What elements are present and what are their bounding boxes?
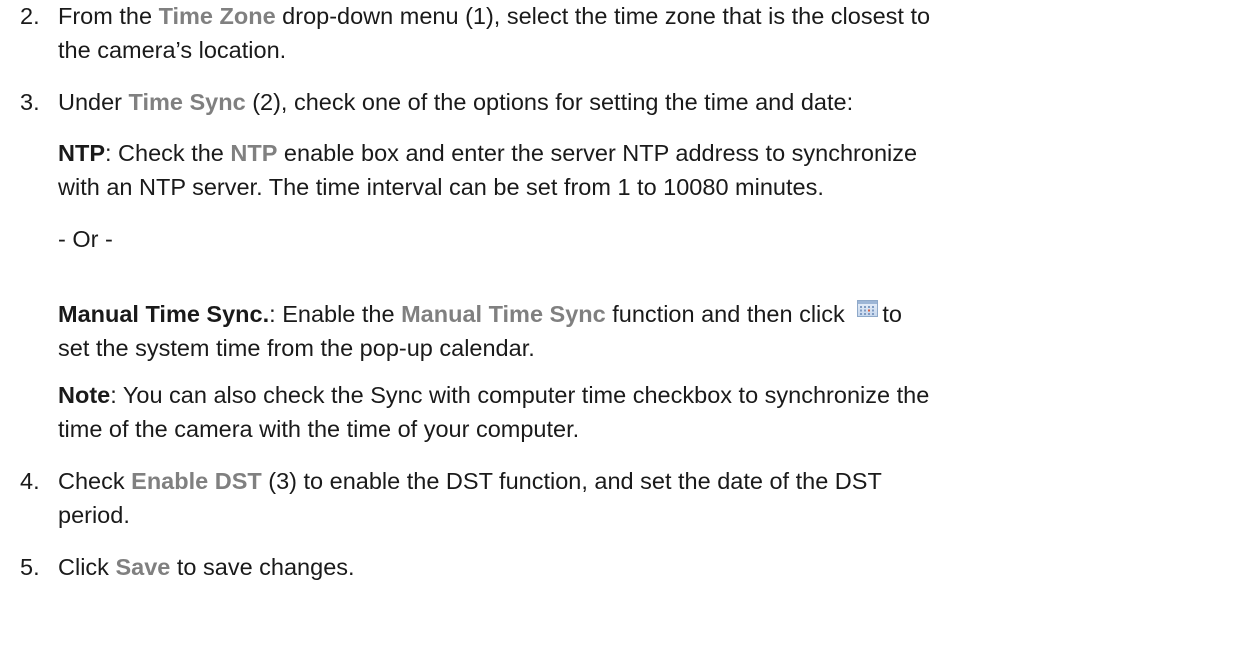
- or-separator: - Or -: [58, 226, 113, 252]
- ntp-line2: with an NTP server. The time interval ca…: [58, 174, 824, 200]
- text-fragment: to save changes.: [170, 554, 355, 580]
- text-fragment: From the: [58, 3, 159, 29]
- ui-label-time-zone: Time Zone: [158, 3, 276, 29]
- manual-line2: set the system time from the pop-up cale…: [58, 335, 535, 361]
- ui-label-time-sync: Time Sync: [128, 89, 246, 115]
- calendar-icon: [857, 292, 879, 317]
- step-text: Check Enable DST (3) to enable the DST f…: [58, 464, 1253, 498]
- text-fragment: (3) to enable the DST function, and set …: [261, 468, 882, 494]
- text-fragment: enable box and enter the server NTP addr…: [277, 140, 918, 166]
- step-text: Under Time Sync (2), check one of the op…: [58, 85, 1253, 119]
- text-fragment: Click: [58, 554, 116, 580]
- note-line1: Note: You can also check the Sync with c…: [58, 378, 1253, 412]
- ui-label-ntp: NTP: [230, 140, 278, 166]
- step-number: 4.: [20, 468, 40, 494]
- ntp-heading: NTP: [58, 140, 105, 166]
- note-heading: Note: [58, 382, 111, 408]
- note-line2: time of the camera with the time of your…: [58, 416, 580, 442]
- step-text-line2: period.: [58, 502, 130, 528]
- ntp-line1: NTP: Check the NTP enable box and enter …: [58, 136, 1253, 170]
- step-text: From the Time Zone drop-down menu (1), s…: [58, 0, 1253, 33]
- step-text: Click Save to save changes.: [58, 550, 1253, 584]
- text-fragment: Under: [58, 89, 129, 115]
- step-number: 2.: [20, 3, 40, 29]
- text-fragment: : You can also check the Sync with compu…: [110, 382, 930, 408]
- manual-paragraph: Manual Time Sync.: Enable the Manual Tim…: [58, 292, 1253, 365]
- text-fragment: to: [882, 301, 902, 327]
- ui-label-save: Save: [115, 554, 171, 580]
- text-fragment: drop-down menu (1), select the time zone…: [275, 3, 931, 29]
- step-number: 3.: [20, 89, 40, 115]
- step-number: 5.: [20, 554, 40, 580]
- manual-line1: Manual Time Sync.: Enable the Manual Tim…: [58, 292, 1253, 331]
- ui-label-enable-dst: Enable DST: [131, 468, 262, 494]
- text-fragment: Check: [58, 468, 132, 494]
- text-fragment: : Check the: [105, 140, 231, 166]
- ui-label-manual-time-sync: Manual Time Sync: [401, 301, 606, 327]
- manual-heading: Manual Time Sync.: [58, 301, 270, 327]
- ntp-paragraph: NTP: Check the NTP enable box and enter …: [58, 136, 1253, 204]
- note-paragraph: Note: You can also check the Sync with c…: [58, 378, 1253, 446]
- text-fragment: : Enable the: [269, 301, 402, 327]
- text-fragment: function and then click: [605, 301, 852, 327]
- text-fragment: (2), check one of the options for settin…: [245, 89, 854, 115]
- step-text-line2: the camera’s location.: [58, 37, 287, 63]
